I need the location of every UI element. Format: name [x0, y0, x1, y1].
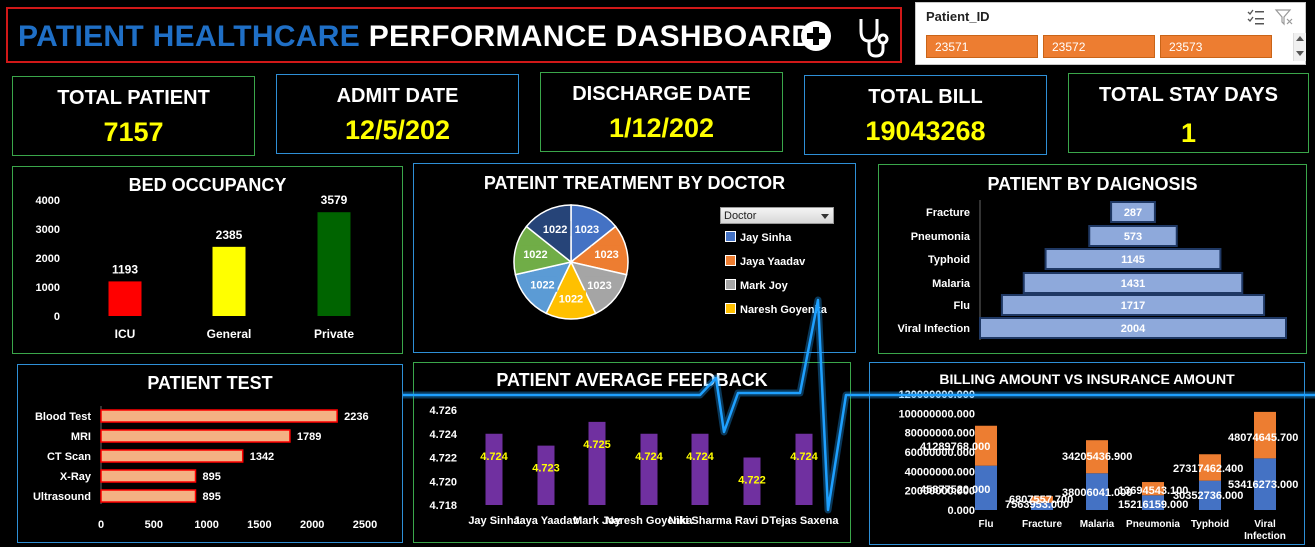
x-tick-label: Typhoid [1191, 519, 1229, 530]
pie-label: 1022 [559, 293, 583, 305]
bar [100, 429, 291, 443]
y-tick-label: 3000 [36, 224, 60, 236]
bar [640, 433, 658, 505]
bar [100, 489, 197, 503]
data-label: 2385 [216, 228, 243, 242]
x-tick-label: Flu [979, 519, 994, 530]
data-label: 895 [203, 491, 221, 503]
x-tick-label: Malaria [1080, 519, 1115, 530]
pie-label: 1023 [587, 280, 611, 292]
data-label: 287 [1124, 207, 1142, 219]
x-tick-label: Pneumonia [1126, 519, 1180, 530]
y-tick-label: 2000 [36, 253, 60, 265]
data-label: 4.724 [480, 451, 508, 463]
data-label: 48074645.700 [1228, 432, 1298, 444]
x-tick-label: Jaya Yaadav [513, 515, 579, 527]
y-tick-label: 1000 [36, 282, 60, 294]
pie-label: 1022 [530, 280, 554, 292]
y-tick-label: 0 [54, 311, 60, 323]
x-tick-label: 1500 [247, 519, 271, 531]
y-tick-label: 4.718 [429, 500, 457, 512]
data-label: 45877520.000 [920, 484, 990, 496]
y-tick-label: 40000000.000 [905, 466, 975, 478]
data-label: 4.724 [790, 451, 818, 463]
bar [588, 421, 606, 505]
pie-label: 1022 [543, 224, 567, 236]
data-label: 1193 [112, 262, 138, 276]
data-label: 1717 [1121, 300, 1145, 312]
x-tick-label: 2000 [300, 519, 324, 531]
data-label: 53416273.000 [1228, 479, 1298, 491]
pie-label: 1023 [594, 249, 618, 261]
x-tick-label: ICU [115, 327, 136, 341]
bar [795, 433, 813, 505]
x-tick-label: Viral Infection [1244, 519, 1286, 542]
x-tick-label: 1000 [194, 519, 218, 531]
x-tick-label: Ravi D [735, 515, 769, 527]
y-tick-label: 0.000 [947, 505, 975, 517]
data-label: 3579 [321, 193, 348, 207]
data-label: 895 [203, 471, 221, 483]
pie-label: 1022 [523, 249, 547, 261]
data-label: 4.723 [532, 463, 560, 475]
bar [537, 445, 555, 505]
y-tick-label: 4.720 [429, 476, 457, 488]
data-label: 41289768.000 [920, 441, 990, 453]
category-label: CT Scan [47, 451, 91, 463]
data-label: 1145 [1121, 254, 1145, 266]
x-tick-label: 2500 [353, 519, 377, 531]
category-label: X-Ray [60, 471, 92, 483]
pie-label: 1023 [575, 224, 599, 236]
data-label: 1342 [250, 451, 274, 463]
x-tick-label: 0 [98, 519, 104, 531]
category-label: Ultrasound [33, 491, 91, 503]
bar [100, 449, 244, 463]
category-label: Fracture [926, 207, 970, 219]
data-label: 30352736.000 [1173, 490, 1243, 502]
y-tick-label: 4.726 [429, 405, 457, 417]
category-label: Flu [954, 300, 971, 312]
data-label: 34205436.900 [1062, 451, 1132, 463]
x-tick-label: Private [314, 327, 354, 341]
data-label: 2004 [1121, 323, 1146, 335]
data-label: 573 [1124, 231, 1142, 243]
data-label: 2236 [344, 411, 368, 423]
x-tick-label: Niki Sharma [668, 515, 732, 527]
x-tick-label: General [207, 327, 252, 341]
y-tick-label: 100000000.000 [899, 408, 975, 420]
category-label: Malaria [932, 278, 971, 290]
data-label: 4.724 [686, 451, 714, 463]
y-tick-label: 4000 [36, 195, 60, 207]
category-label: Pneumonia [911, 231, 971, 243]
category-label: Viral Infection [897, 323, 970, 335]
y-tick-label: 80000000.000 [905, 428, 975, 440]
category-label: Blood Test [35, 411, 91, 423]
y-tick-label: 4.724 [429, 429, 457, 441]
bar [100, 469, 197, 483]
bar [108, 281, 142, 316]
bar [100, 409, 338, 423]
x-tick-label: Fracture [1022, 519, 1062, 530]
data-label: 4.722 [738, 475, 766, 487]
x-tick-label: 500 [145, 519, 163, 531]
data-label: 27317462.400 [1173, 463, 1243, 475]
data-label: 1789 [297, 431, 321, 443]
bar [317, 212, 351, 316]
data-label: 1431 [1121, 278, 1145, 290]
bar [691, 433, 709, 505]
x-tick-label: Tejas Saxena [770, 515, 840, 527]
data-label: 4.724 [635, 451, 663, 463]
category-label: MRI [71, 431, 91, 443]
y-tick-label: 4.722 [429, 453, 457, 465]
bar [485, 433, 503, 505]
bar [212, 246, 246, 316]
data-label: 4.725 [583, 439, 611, 451]
category-label: Typhoid [928, 254, 970, 266]
charts-layer: 0 1000 2000 3000 4000 1193 ICU 2385 General 3579 P… [33, 193, 1315, 542]
